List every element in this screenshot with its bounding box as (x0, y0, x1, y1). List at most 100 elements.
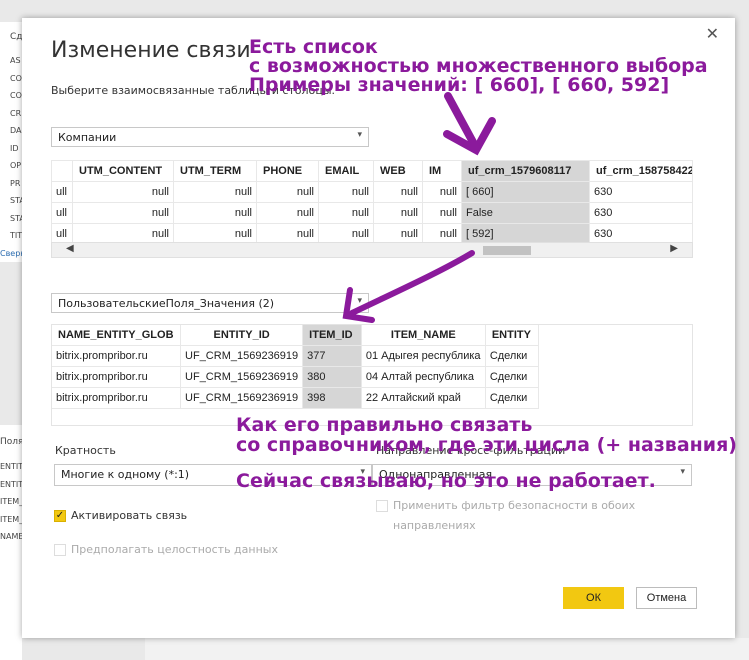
column-header[interactable]: WEB (373, 160, 423, 182)
annotation-top-line3: Примеры значений: [ 660], [ 660, 592] (249, 74, 670, 96)
background-table-title-2: Поля (0, 437, 24, 447)
table-cell: null (373, 181, 423, 203)
background-field[interactable]: ITEM_ (0, 515, 23, 524)
table-cell: False (461, 202, 590, 224)
table-cell: bitrix.prompribor.ru (50, 387, 182, 409)
assume-integrity-checkbox[interactable] (54, 544, 66, 556)
table2-select-value: ПользовательскиеПоля_Значения (2) (58, 297, 275, 310)
table-cell: null (373, 202, 423, 224)
table-row: bitrix.prompribor.ru UF_CRM_1569236919 3… (50, 387, 540, 409)
annotation-mid-line1: Как его правильно связать (236, 414, 533, 436)
security-filter-checkbox[interactable] (376, 500, 388, 512)
activate-relationship-label: Активировать связь (71, 509, 188, 522)
table-cell: null (173, 181, 257, 203)
column-header[interactable] (51, 160, 73, 182)
column-header-selected[interactable]: uf_crm_1579608117 (461, 160, 590, 182)
ok-button[interactable]: ОК (563, 587, 624, 609)
table-cell: null (422, 181, 462, 203)
table-cell: 630 (589, 202, 693, 224)
table-cell: Сделки (484, 387, 540, 409)
background-field[interactable]: CR (10, 109, 21, 118)
table-cell: 04 Алтай республика (360, 366, 486, 388)
table-row: bitrix.prompribor.ru UF_CRM_1569236919 3… (50, 366, 540, 388)
scroll-right-icon[interactable]: ▶ (670, 243, 678, 254)
column-header[interactable]: uf_crm_1587584229 (589, 160, 693, 182)
background-field[interactable]: NAME (0, 532, 23, 541)
activate-relationship-checkbox[interactable]: ✓ (54, 510, 66, 522)
security-filter-label-2: направлениях (393, 519, 476, 532)
column-header[interactable]: UTM_TERM (173, 160, 257, 182)
table-header-row: NAME_ENTITY_GLOB ENTITY_ID ITEM_ID ITEM_… (50, 324, 540, 346)
table-cell: 398 (302, 387, 362, 409)
edit-relationship-dialog: Изменение связи ✕ Выберите взаимосвязанн… (22, 18, 735, 638)
column-header[interactable]: EMAIL (318, 160, 374, 182)
table-cell: Сделки (484, 366, 540, 388)
close-icon[interactable]: ✕ (706, 24, 719, 43)
background-field[interactable]: AS (10, 56, 21, 65)
table1-horizontal-scrollbar[interactable]: ◀ ▶ (51, 242, 693, 258)
background-field[interactable]: CO (10, 74, 22, 83)
assume-integrity-label: Предполагать целостность данных (71, 543, 278, 556)
background-table-title: Cд (10, 32, 23, 42)
table-cell: [ 660] (461, 181, 590, 203)
table1-select[interactable]: Компании ▾ (51, 127, 369, 147)
table-row: bitrix.prompribor.ru UF_CRM_1569236919 3… (50, 345, 540, 367)
table-cell: null (318, 181, 374, 203)
annotation-mid-line3: Сейчас связываю, но это не работает. (236, 470, 656, 492)
table-cell: bitrix.prompribor.ru (50, 366, 182, 388)
table-row: ull null null null null null null False … (51, 202, 693, 224)
table-cell: UF_CRM_1569236919 (180, 366, 304, 388)
table-cell: UF_CRM_1569236919 (180, 345, 304, 367)
table-cell: 630 (589, 181, 693, 203)
background-fields-panel-2 (0, 425, 22, 660)
table1-preview: UTM_CONTENT UTM_TERM PHONE EMAIL WEB IM … (51, 160, 693, 245)
table-cell: Сделки (484, 345, 540, 367)
table-cell: null (173, 202, 257, 224)
table-cell: null (422, 202, 462, 224)
column-header[interactable]: ENTITY_ID (180, 324, 304, 346)
column-header[interactable]: NAME_ENTITY_GLOB (50, 324, 182, 346)
background-field[interactable]: OP (10, 161, 21, 170)
table-cell: 380 (302, 366, 362, 388)
table-cell: 01 Адыгея республика (360, 345, 486, 367)
table-cell: 377 (302, 345, 362, 367)
column-header-selected[interactable]: ITEM_ID (302, 324, 362, 346)
dialog-title: Изменение связи (51, 38, 251, 63)
column-header[interactable]: ENTITY (484, 324, 540, 346)
chevron-down-icon: ▾ (680, 467, 685, 477)
scrollbar-thumb[interactable] (483, 246, 531, 255)
background-field[interactable]: ID (10, 144, 19, 153)
table-cell: null (318, 202, 374, 224)
table2-preview: NAME_ENTITY_GLOB ENTITY_ID ITEM_ID ITEM_… (50, 324, 540, 409)
background-field[interactable]: ENTIT (0, 462, 23, 471)
cancel-button[interactable]: Отмена (636, 587, 697, 609)
chevron-down-icon: ▾ (357, 130, 362, 140)
scroll-left-icon[interactable]: ◀ (66, 243, 74, 254)
table-cell: null (72, 181, 174, 203)
cardinality-label: Кратность (55, 444, 116, 457)
table-header-row: UTM_CONTENT UTM_TERM PHONE EMAIL WEB IM … (51, 160, 693, 182)
table-cell: ull (51, 202, 73, 224)
cardinality-select-value: Многие к одному (*:1) (61, 468, 190, 481)
background-canvas (145, 638, 749, 660)
security-filter-label: Применить фильтр безопасности в обоих (393, 499, 636, 512)
table-row: ull null null null null null null [ 660]… (51, 181, 693, 203)
chevron-down-icon: ▾ (357, 296, 362, 306)
table-cell: bitrix.prompribor.ru (50, 345, 182, 367)
column-header[interactable]: ITEM_NAME (360, 324, 486, 346)
column-header[interactable]: IM (422, 160, 462, 182)
background-field[interactable]: ENTIT (0, 480, 23, 489)
background-field[interactable]: ITEM_ (0, 497, 23, 506)
table-cell: null (72, 202, 174, 224)
background-field[interactable]: CO (10, 91, 22, 100)
background-field[interactable]: DA (10, 126, 22, 135)
table-cell: ull (51, 181, 73, 203)
column-header[interactable]: UTM_CONTENT (72, 160, 174, 182)
table-cell: UF_CRM_1569236919 (180, 387, 304, 409)
table-cell: 22 Алтайский край (360, 387, 486, 409)
background-field[interactable]: PR (10, 179, 20, 188)
background-field[interactable]: TIT (10, 231, 22, 240)
table1-select-value: Компании (58, 131, 117, 144)
column-header[interactable]: PHONE (256, 160, 319, 182)
table2-select[interactable]: ПользовательскиеПоля_Значения (2) ▾ (51, 293, 369, 313)
